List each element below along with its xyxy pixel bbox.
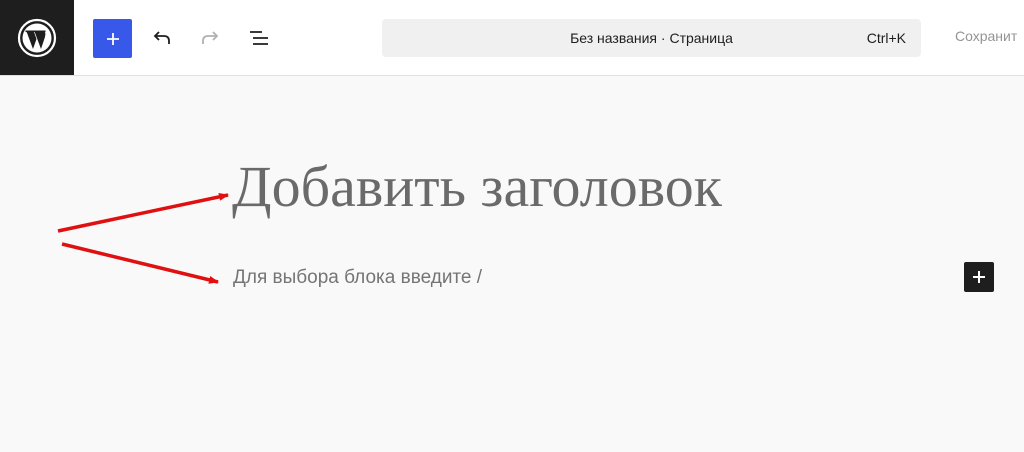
redo-button[interactable]: [194, 22, 226, 54]
document-title[interactable]: Без названия · Страница: [382, 19, 921, 57]
plus-icon: [973, 271, 985, 283]
wordpress-logo-icon: [17, 18, 57, 57]
redo-icon: [202, 31, 219, 44]
plus-icon: [106, 32, 119, 45]
paragraph-placeholder[interactable]: Для выбора блока введите /: [233, 266, 482, 290]
command-shortcut-hint: Ctrl+K: [866, 30, 906, 46]
list-view-button[interactable]: [243, 22, 275, 54]
add-block-button[interactable]: [93, 19, 132, 58]
document-command-bar[interactable]: Без названия · Страница Ctrl+K: [382, 19, 921, 57]
block-inserter-button[interactable]: [964, 262, 994, 292]
wordpress-logo-button[interactable]: [0, 0, 74, 75]
list-view-icon: [250, 31, 268, 45]
undo-icon: [153, 31, 170, 44]
arrow-to-paragraph: [61, 242, 219, 284]
save-draft-button[interactable]: Сохранит: [955, 28, 1017, 44]
arrow-to-title: [57, 192, 229, 233]
editor-header: Без названия · Страница Ctrl+K Сохранит: [0, 0, 1024, 76]
undo-button[interactable]: [146, 22, 178, 54]
post-title-placeholder[interactable]: Добавить заголовок: [232, 152, 722, 222]
